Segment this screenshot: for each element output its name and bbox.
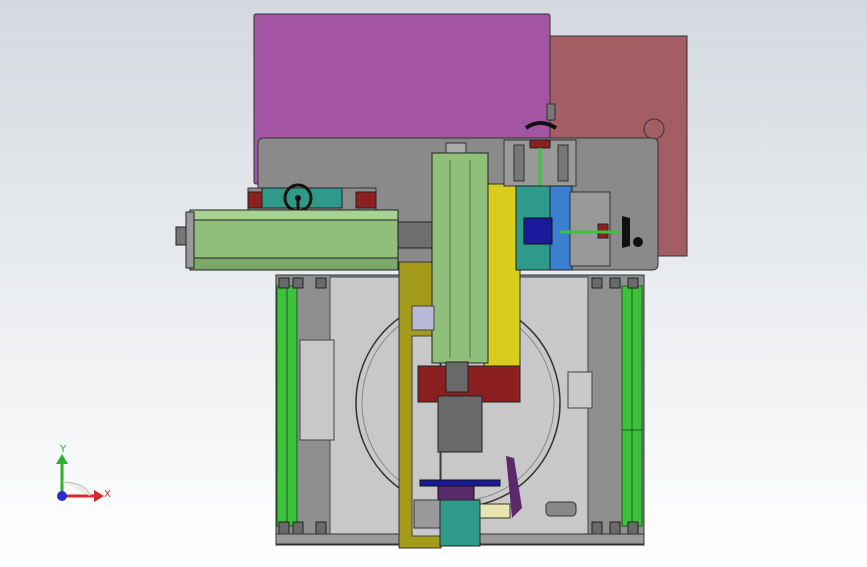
cylinder-rod bbox=[397, 221, 433, 249]
blue-stage-plate[interactable] bbox=[549, 185, 573, 271]
base-slot bbox=[545, 501, 577, 517]
cad-model-drawing[interactable]: Y X bbox=[0, 0, 867, 562]
plate-hole bbox=[643, 118, 665, 140]
vertical-pneumatic-cylinder[interactable] bbox=[431, 152, 489, 364]
yellow-slide[interactable] bbox=[483, 183, 521, 375]
gray-motor-block[interactable] bbox=[437, 395, 483, 453]
base-notch-left bbox=[299, 339, 335, 441]
base-notch-right bbox=[567, 371, 593, 409]
navy-block bbox=[523, 217, 553, 245]
cad-viewport[interactable]: Y X bbox=[0, 0, 867, 562]
y-axis-label: Y bbox=[59, 444, 67, 455]
x-axis-label: X bbox=[104, 489, 111, 500]
handwheel-right-icon[interactable] bbox=[622, 216, 630, 248]
bottom-teal-actuator[interactable] bbox=[439, 499, 481, 547]
small-sensor bbox=[411, 305, 435, 331]
z-axis-dot-icon bbox=[57, 491, 67, 501]
teal-carriage[interactable] bbox=[261, 187, 343, 209]
